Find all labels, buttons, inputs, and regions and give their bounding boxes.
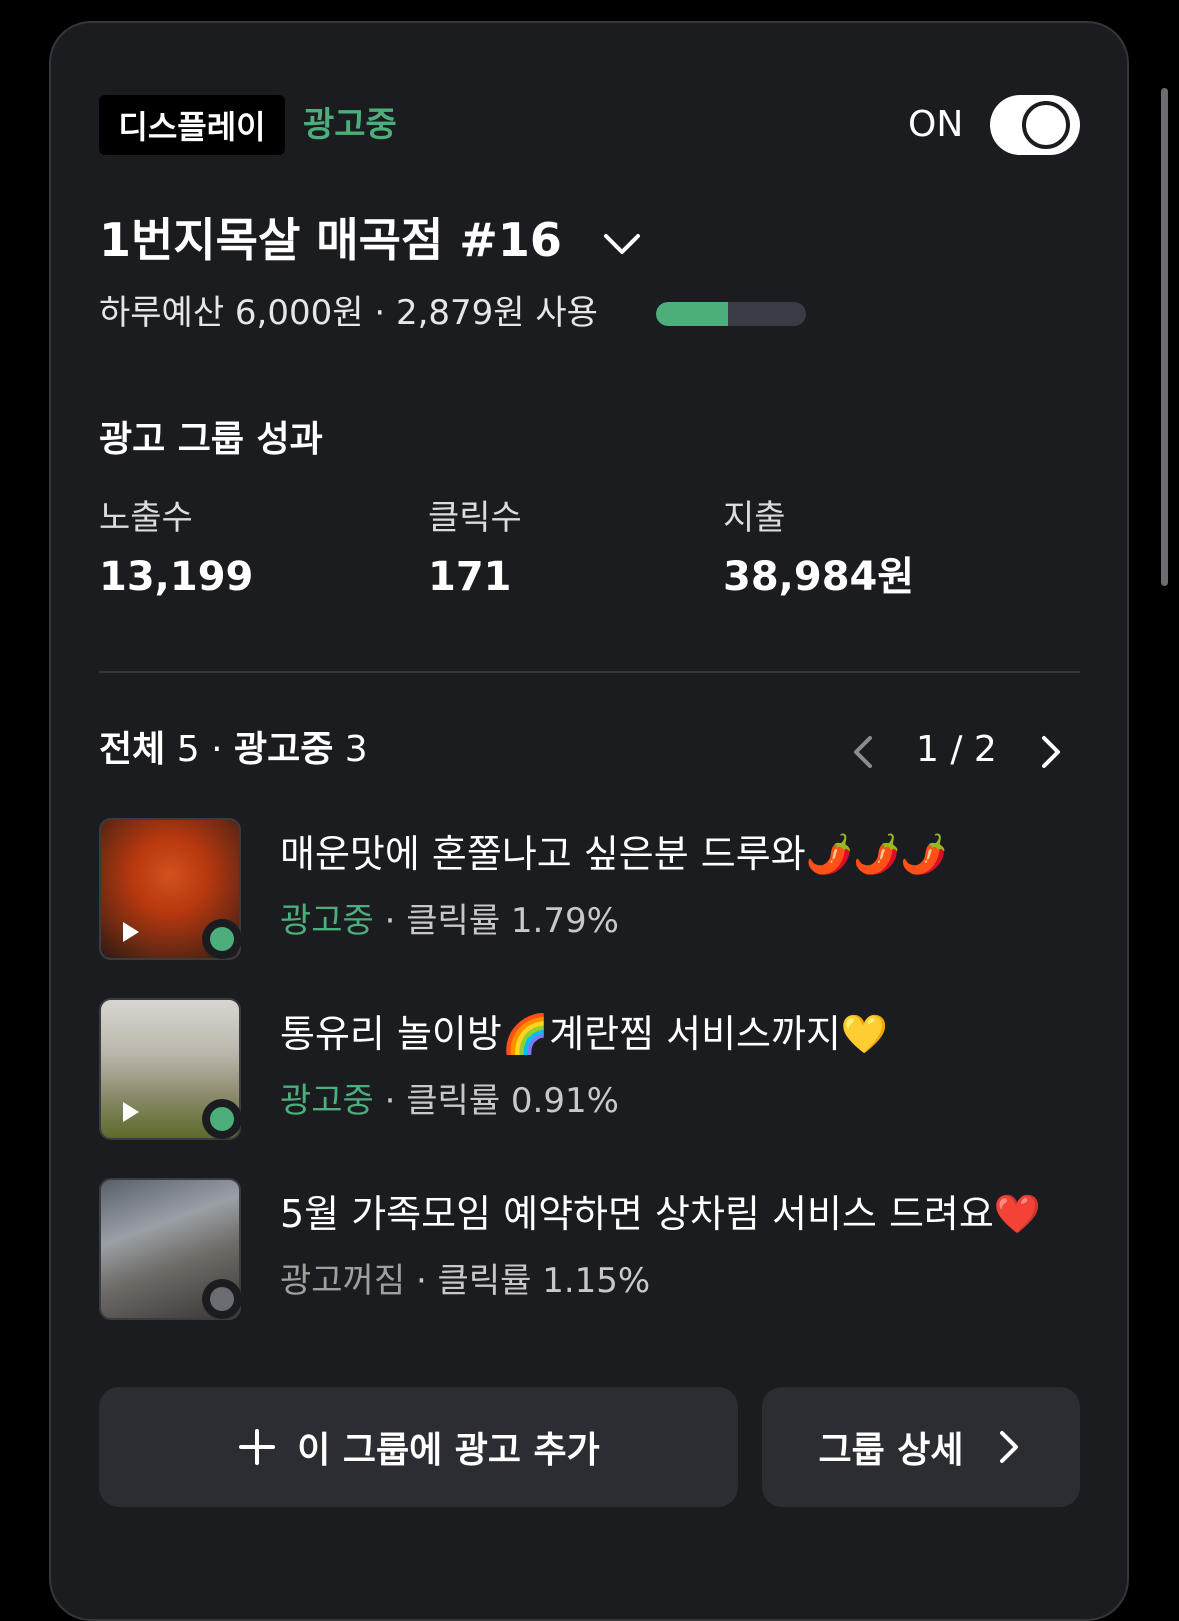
metric-impressions-value: 13,199	[99, 554, 254, 600]
group-toggle[interactable]	[990, 95, 1080, 155]
total-count: 5	[176, 729, 200, 770]
chevron-left-icon[interactable]	[846, 732, 880, 772]
metric-clicks-label: 클릭수	[428, 498, 522, 538]
status-dot	[202, 1279, 242, 1319]
budget-progress-bar	[656, 302, 806, 326]
plus-icon	[239, 1429, 276, 1465]
ad-title[interactable]: 5월 가족모임 예약하면 상차림 서비스 드려요❤️	[280, 1188, 1041, 1240]
play-icon	[123, 922, 139, 942]
summary-separator: ·	[211, 729, 223, 770]
ad-ctr: · 클릭률 0.91%	[384, 1081, 619, 1121]
ad-meta: 광고중 · 클릭률 0.91%	[280, 1078, 619, 1124]
group-status: 광고중	[303, 105, 397, 145]
ad-ctr: · 클릭률 1.79%	[384, 901, 619, 941]
chevron-right-icon[interactable]	[1034, 732, 1068, 772]
toggle-knob	[1022, 101, 1070, 149]
ad-title[interactable]: 통유리 놀이방🌈계란찜 서비스까지💛	[280, 1008, 888, 1060]
status-dot	[202, 919, 242, 959]
chevron-down-icon[interactable]	[600, 222, 644, 266]
active-count: 3	[344, 729, 368, 770]
ad-meta: 광고꺼짐 · 클릭률 1.15%	[280, 1258, 650, 1304]
play-icon	[123, 1102, 139, 1122]
divider	[99, 671, 1080, 673]
metric-spend-value: 38,984원	[723, 554, 915, 600]
status-dot-fill	[210, 927, 234, 951]
page-indicator: 1 / 2	[916, 729, 997, 770]
metric-impressions-label: 노출수	[99, 498, 193, 538]
budget-progress-fill	[656, 302, 728, 326]
ad-type-badge-label: 디스플레이	[118, 108, 266, 146]
ad-title[interactable]: 매운맛에 혼쭐나고 싶은분 드루와🌶️🌶️🌶️	[280, 828, 948, 880]
budget-text: 하루예산 6,000원 · 2,879원 사용	[99, 293, 598, 333]
group-detail-label: 그룹 상세	[818, 1430, 964, 1471]
status-dot	[202, 1099, 242, 1139]
active-label: 광고중	[233, 729, 334, 770]
group-detail-button[interactable]: 그룹 상세	[762, 1387, 1080, 1507]
chevron-right-icon	[999, 1431, 1018, 1463]
ad-meta: 광고중 · 클릭률 1.79%	[280, 898, 619, 944]
metric-spend-label: 지출	[723, 498, 786, 538]
status-dot-fill	[210, 1107, 234, 1131]
metric-clicks-value: 171	[428, 554, 512, 600]
scrollbar[interactable]	[1161, 88, 1168, 586]
group-title[interactable]: 1번지목살 매곡점 #16	[99, 210, 562, 270]
ad-status: 광고꺼짐	[280, 1261, 406, 1301]
add-ad-button[interactable]: 이 그룹에 광고 추가	[99, 1387, 738, 1507]
total-label: 전체	[99, 729, 166, 770]
ad-status: 광고중	[280, 901, 374, 941]
performance-title: 광고 그룹 성과	[99, 419, 323, 460]
ads-summary: 전체 5 · 광고중 3	[99, 725, 368, 775]
ad-ctr: · 클릭률 1.15%	[415, 1261, 651, 1301]
ad-type-badge: 디스플레이	[99, 95, 285, 155]
ad-status: 광고중	[280, 1081, 374, 1121]
toggle-label: ON	[908, 104, 964, 145]
status-dot-fill	[210, 1287, 234, 1311]
add-ad-label: 이 그룹에 광고 추가	[297, 1430, 600, 1471]
